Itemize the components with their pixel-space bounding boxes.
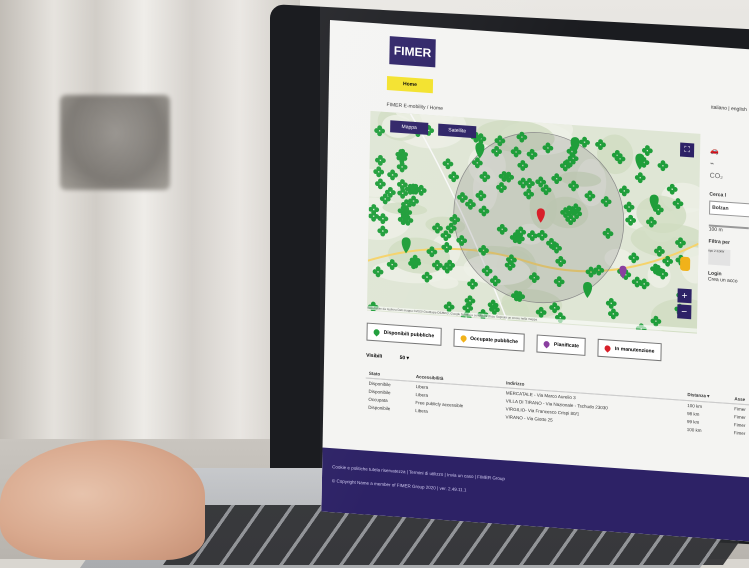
legend-manutenzione[interactable]: In manutenzione [597, 338, 662, 362]
filter-title: Filtra per [708, 238, 730, 246]
zoom-out-button[interactable]: − [677, 304, 692, 320]
location-search-input[interactable]: Bolzan [709, 200, 749, 219]
user-hand [0, 440, 205, 560]
map-tab-mappa[interactable]: Mappa [390, 120, 429, 135]
curtain [0, 0, 300, 460]
stations-table: Stato Accessibilità Indirizzo Distanza ▾… [365, 367, 749, 439]
station-marker[interactable] [618, 185, 630, 197]
station-marker[interactable] [442, 158, 454, 170]
fimer-logo[interactable]: FIMER [389, 36, 436, 68]
station-marker[interactable] [448, 171, 460, 183]
station-marker[interactable] [657, 160, 669, 172]
visible-select[interactable]: 50 ▾ [400, 355, 410, 362]
green-marker-icon [372, 328, 381, 337]
lamp [60, 95, 170, 190]
station-marker[interactable] [607, 308, 619, 320]
map-pin-icon[interactable] [583, 282, 593, 299]
legend-disponibili[interactable]: Disponibili pubbliche [366, 322, 442, 346]
create-account-link[interactable]: Crea un acco [708, 276, 749, 286]
street-view-icon[interactable] [680, 256, 691, 272]
red-marker-icon [603, 344, 613, 353]
station-marker[interactable] [641, 145, 653, 157]
purple-marker-icon [542, 339, 552, 349]
sidebar: 🚗 ⌁ CO₂ Cerca l Bolzan 100 m Filtra per … [708, 147, 749, 287]
breadcrumb: FIMER E-mobility / Home [386, 101, 444, 112]
map-tab-satellite[interactable]: Satellite [438, 123, 477, 139]
filter-chip-type2[interactable]: tipo 2 22kW [708, 248, 731, 266]
map-canvas [366, 110, 701, 334]
radius-value: 100 m [708, 226, 723, 234]
yellow-marker-icon [458, 334, 468, 343]
legend-occupate[interactable]: Occupate pubbliche [452, 328, 526, 352]
legend-pianificate[interactable]: Pianificate [536, 334, 587, 356]
zoom-in-button[interactable]: + [677, 288, 692, 304]
station-marker[interactable] [375, 154, 386, 167]
language-switch[interactable]: italiano | english [711, 105, 747, 113]
footer-copyright: © Copyright Name a member of FIMER Group… [331, 478, 467, 493]
station-marker[interactable] [396, 161, 408, 173]
footer-links[interactable]: Cookie e politiche tutela riservatezza |… [332, 464, 505, 481]
station-marker[interactable] [605, 297, 617, 310]
nav-home-button[interactable]: Home [386, 75, 434, 94]
station-marker[interactable] [634, 172, 646, 184]
charging-station-map[interactable]: Mappa Satellite ⛶ + − Scorciatoie da tas… [366, 110, 701, 334]
visible-count: Visibili 50 ▾ [366, 353, 409, 362]
laptop-screen: FIMER Home italiano | english FIMER E-mo… [321, 20, 749, 543]
co2-icon: CO₂ [709, 172, 723, 181]
fullscreen-icon[interactable]: ⛶ [679, 142, 695, 158]
visible-label: Visibili [366, 352, 383, 360]
